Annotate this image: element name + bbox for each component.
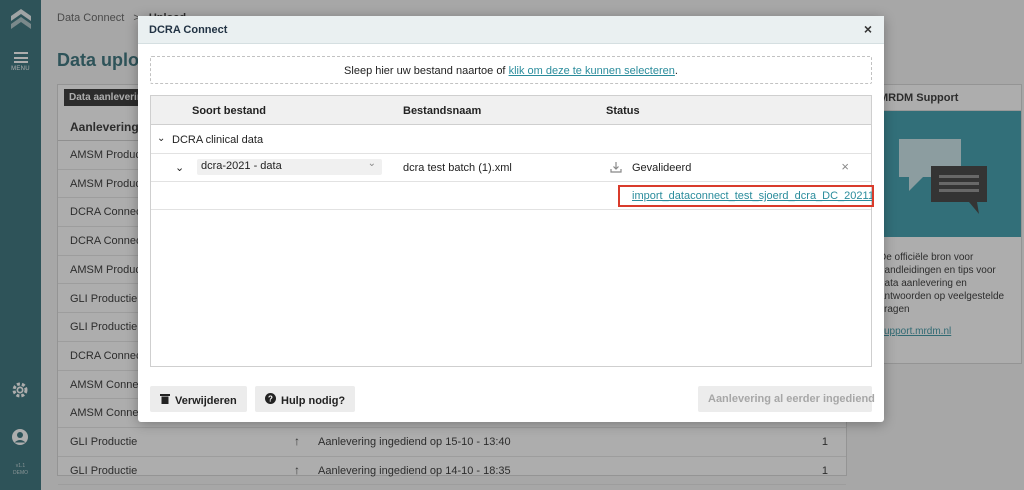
file-dropzone[interactable]: Sleep hier uw bestand naartoe of klik om… xyxy=(150,56,872,84)
close-icon[interactable]: × xyxy=(864,21,872,37)
dropzone-suffix: . xyxy=(674,65,678,77)
select-file-link[interactable]: klik om deze te kunnen selecteren xyxy=(509,65,675,77)
trash-icon xyxy=(160,394,170,404)
dialog-title: DCRA Connect xyxy=(149,24,228,36)
import-report-link[interactable]: import_dataconnect_test_sjoerd_dcra_DC_2… xyxy=(618,185,874,207)
upload-dialog: DCRA Connect × Sleep hier uw bestand naa… xyxy=(138,16,884,422)
group-row[interactable]: ⌄ DCRA clinical data xyxy=(151,125,871,154)
dropdown-arrow-icon: ⌄ xyxy=(367,158,376,169)
group-label: DCRA clinical data xyxy=(172,134,264,146)
file-table-header: Soort bestand Bestandsnaam Status xyxy=(151,96,871,125)
svg-text:?: ? xyxy=(268,395,273,404)
file-type-select[interactable]: dcra-2021 - data ⌄ xyxy=(197,158,382,175)
dialog-header: DCRA Connect × xyxy=(138,16,884,44)
column-type: Soort bestand xyxy=(192,105,266,117)
delete-button-label: Verwijderen xyxy=(175,395,237,407)
file-type-value: dcra-2021 - data xyxy=(201,160,282,172)
file-status: Gevalideerd xyxy=(632,162,692,174)
help-button[interactable]: ? Hulp nodig? xyxy=(255,386,356,412)
column-filename: Bestandsnaam xyxy=(403,105,482,117)
file-table: Soort bestand Bestandsnaam Status ⌄ DCRA… xyxy=(150,95,874,367)
download-icon[interactable] xyxy=(609,160,623,174)
remove-file-icon[interactable]: × xyxy=(841,159,849,174)
submit-button-disabled[interactable]: Aanlevering al eerder ingediend xyxy=(698,386,875,412)
dropzone-text: Sleep hier uw bestand naartoe of xyxy=(344,65,509,77)
delete-button[interactable]: Verwijderen xyxy=(150,386,247,412)
chevron-down-icon[interactable]: ⌄ xyxy=(157,133,165,144)
import-link-row: import_dataconnect_test_sjoerd_dcra_DC_2… xyxy=(151,182,874,210)
chevron-down-icon[interactable]: ⌄ xyxy=(175,161,184,174)
help-button-label: Hulp nodig? xyxy=(281,395,346,407)
column-status: Status xyxy=(606,105,640,117)
file-row: ⌄ dcra-2021 - data ⌄ dcra test batch (1)… xyxy=(151,154,871,182)
question-circle-icon: ? xyxy=(265,393,276,404)
file-name: dcra test batch (1).xml xyxy=(403,162,512,174)
